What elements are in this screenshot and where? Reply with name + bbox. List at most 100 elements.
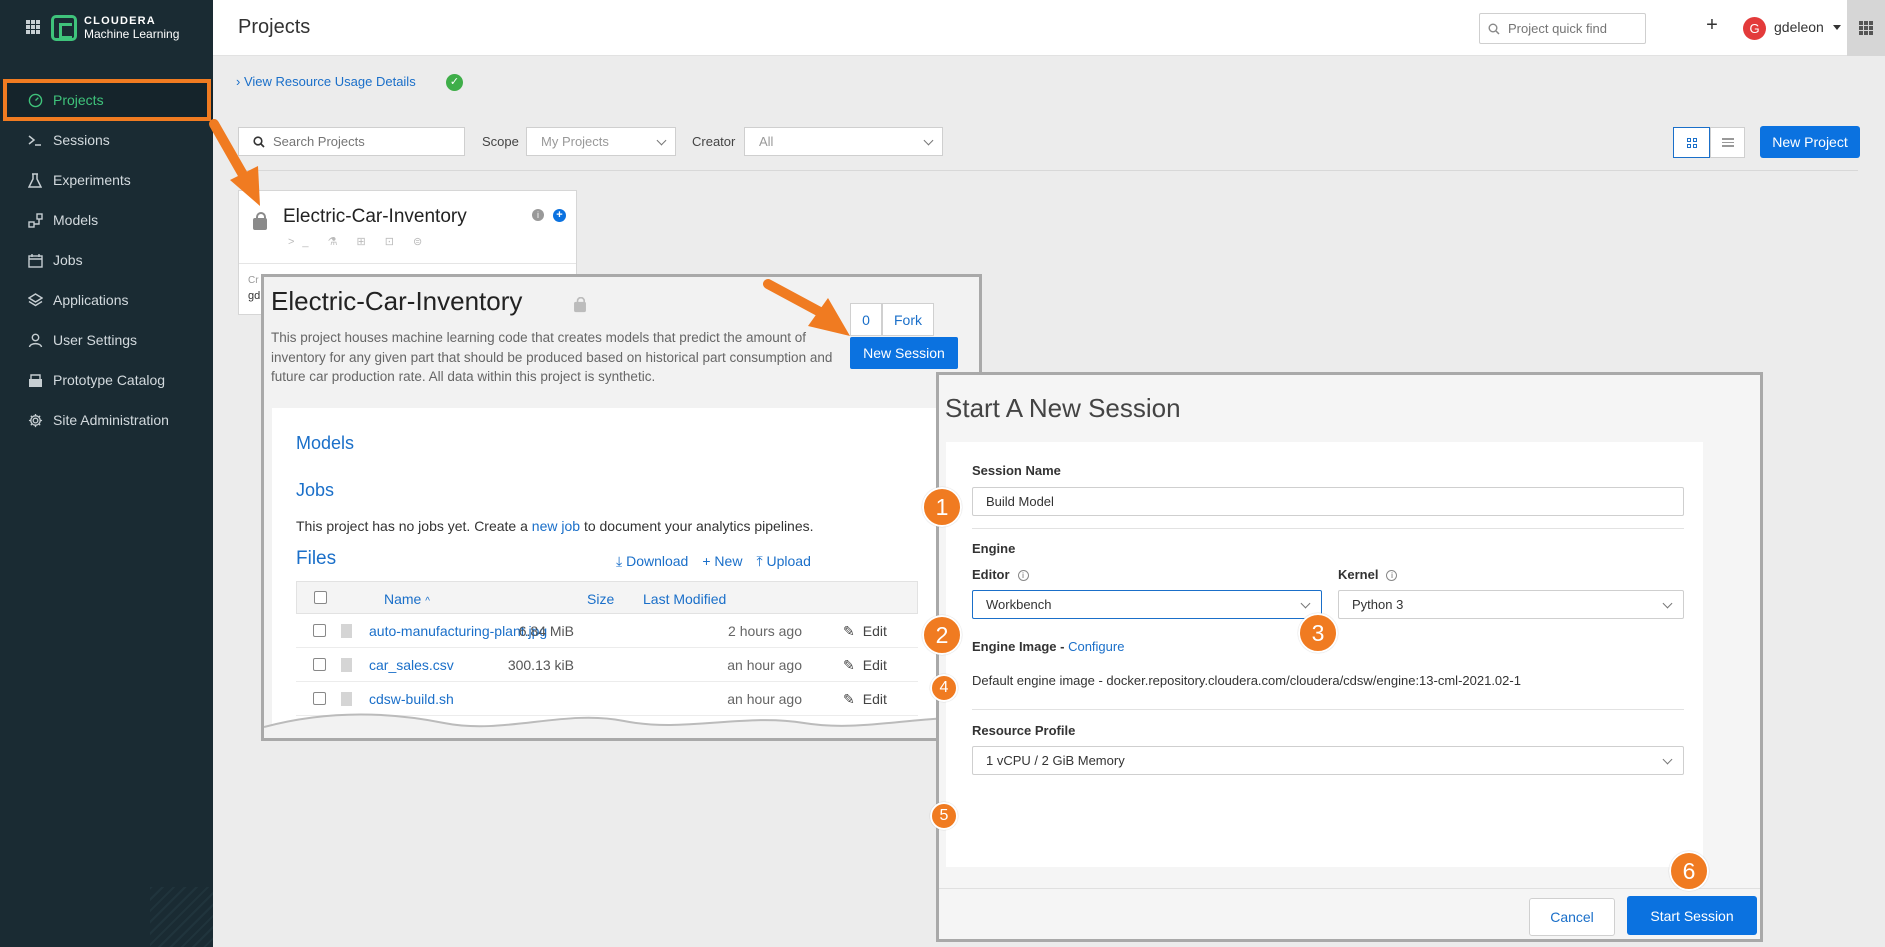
gear-icon	[26, 411, 44, 429]
step-badge-6: 6	[1669, 851, 1709, 891]
sort-asc-icon: ^	[425, 596, 430, 607]
editor-label: Editor i	[972, 567, 1029, 582]
sidebar-item-label: Jobs	[53, 252, 83, 268]
new-project-button[interactable]: New Project	[1760, 126, 1860, 158]
kernel-select[interactable]: Python 3	[1338, 590, 1684, 619]
info-icon[interactable]: i	[1017, 570, 1029, 581]
download-button[interactable]: ⤓ Download	[616, 553, 688, 570]
session-name-input[interactable]: Build Model	[972, 487, 1684, 516]
table-row[interactable]: auto-manufacturing-plant.jpg 6.84 MiB 2 …	[296, 614, 918, 648]
new-session-button[interactable]: New Session	[850, 337, 958, 369]
sidebar-item-user-settings[interactable]: User Settings	[0, 320, 213, 360]
plus-icon: +	[702, 553, 715, 569]
files-heading[interactable]: Files	[296, 548, 336, 570]
row-checkbox[interactable]	[313, 624, 326, 637]
file-modified: 2 hours ago	[728, 623, 802, 639]
new-label: New	[714, 553, 743, 569]
edit-button[interactable]: Edit	[843, 657, 887, 674]
search-projects[interactable]	[238, 127, 465, 156]
chevron-down-icon	[1662, 754, 1673, 765]
step-badge-5: 5	[930, 802, 958, 830]
upload-button[interactable]: ⤒ Upload	[756, 553, 810, 570]
resource-profile-select[interactable]: 1 vCPU / 2 GiB Memory	[972, 746, 1684, 775]
card-footer-label: Cr	[248, 275, 259, 286]
info-icon[interactable]: i	[532, 209, 544, 221]
row-checkbox[interactable]	[313, 692, 326, 705]
editor-select[interactable]: Workbench	[972, 590, 1322, 619]
file-modified: an hour ago	[727, 657, 802, 673]
sidebar-item-label: Experiments	[53, 172, 131, 188]
chevron-down-icon	[1300, 598, 1311, 609]
sidebar-item-site-administration[interactable]: Site Administration	[0, 400, 213, 440]
grid-view-toggle[interactable]	[1673, 127, 1710, 158]
models-heading[interactable]: Models	[296, 433, 354, 454]
file-name[interactable]: car_sales.csv	[369, 657, 454, 673]
edit-button[interactable]: Edit	[843, 623, 887, 640]
chevron-down-icon[interactable]	[1833, 25, 1841, 30]
creator-select[interactable]: All	[744, 127, 943, 156]
annotation-arrow	[209, 119, 260, 206]
file-icon	[341, 692, 352, 706]
project-card-title[interactable]: Electric-Car-Inventory	[283, 206, 467, 228]
configure-link[interactable]: Configure	[1068, 639, 1124, 654]
project-overview-content: Models Jobs This project has no jobs yet…	[272, 408, 979, 738]
edit-button[interactable]: Edit	[843, 691, 887, 708]
fork-button[interactable]: Fork	[882, 303, 934, 336]
start-session-button[interactable]: Start Session	[1627, 896, 1757, 935]
sidebar-item-experiments[interactable]: Experiments	[0, 160, 213, 200]
info-icon[interactable]: i	[1386, 570, 1398, 581]
add-icon[interactable]: +	[1702, 14, 1722, 37]
torn-edge-decoration	[264, 713, 979, 738]
sidebar-item-applications[interactable]: Applications	[0, 280, 213, 320]
divider	[972, 528, 1684, 529]
search-projects-input[interactable]	[273, 134, 453, 149]
download-icon: ⤓	[616, 553, 627, 569]
engine-heading: Engine	[972, 541, 1016, 556]
username[interactable]: gdeleon	[1774, 19, 1824, 35]
sidebar-item-prototype-catalog[interactable]: Prototype Catalog	[0, 360, 213, 400]
app-switcher-icon[interactable]	[26, 20, 40, 34]
upload-label: Upload	[766, 553, 811, 569]
scope-select[interactable]: My Projects	[526, 127, 676, 156]
step-badge-1: 1	[922, 487, 962, 527]
column-name[interactable]: Name ^	[384, 591, 430, 607]
jobs-heading[interactable]: Jobs	[296, 480, 334, 501]
table-row[interactable]: car_sales.csv 300.13 kiB an hour ago Edi…	[296, 648, 918, 682]
column-size[interactable]: Size	[587, 591, 614, 607]
row-checkbox[interactable]	[313, 658, 326, 671]
chevron-down-icon	[923, 135, 934, 146]
project-card-feature-icons: >_ ⚗ ⊞ ⊡ ⊜	[288, 236, 431, 248]
quick-find-input[interactable]	[1508, 21, 1638, 36]
project-quick-find[interactable]	[1479, 13, 1646, 44]
project-overview-panel: Electric-Car-Inventory This project hous…	[261, 274, 982, 741]
jobs-empty-text: This project has no jobs yet. Create a n…	[296, 518, 814, 534]
cancel-button[interactable]: Cancel	[1529, 898, 1615, 936]
sidebar-item-label: Prototype Catalog	[53, 372, 166, 388]
sidebar-item-jobs[interactable]: Jobs	[0, 240, 213, 280]
new-file-button[interactable]: + New	[702, 553, 742, 570]
divider	[238, 170, 1858, 171]
file-size: 300.13 kiB	[507, 657, 574, 673]
search-icon	[1488, 23, 1500, 35]
sidebar-item-sessions[interactable]: Sessions	[0, 120, 213, 160]
engine-image-label-text: Engine Image -	[972, 639, 1069, 654]
kernel-label-text: Kernel	[1338, 567, 1379, 582]
sidebar-item-models[interactable]: Models	[0, 200, 213, 240]
select-all-checkbox[interactable]	[314, 591, 327, 604]
avatar[interactable]: G	[1743, 17, 1766, 40]
column-last-modified[interactable]: Last Modified	[643, 591, 726, 607]
project-overview-title: Electric-Car-Inventory	[271, 286, 523, 316]
list-view-toggle[interactable]	[1710, 127, 1745, 158]
chevron-down-icon	[1662, 598, 1673, 609]
new-job-link[interactable]: new job	[532, 518, 580, 534]
step-badge-3: 3	[1298, 613, 1338, 653]
step-badge-2: 2	[922, 615, 962, 655]
apps-menu-icon[interactable]	[1847, 0, 1885, 56]
brand-line-2: Machine Learning	[84, 27, 180, 41]
file-size: 6.84 MiB	[518, 623, 574, 639]
scope-label: Scope	[482, 134, 519, 149]
upload-icon: ⤒	[756, 553, 767, 569]
view-resource-usage-link[interactable]: › View Resource Usage Details	[236, 74, 416, 89]
add-circle-icon[interactable]: +	[553, 209, 566, 222]
file-name[interactable]: cdsw-build.sh	[369, 691, 454, 707]
